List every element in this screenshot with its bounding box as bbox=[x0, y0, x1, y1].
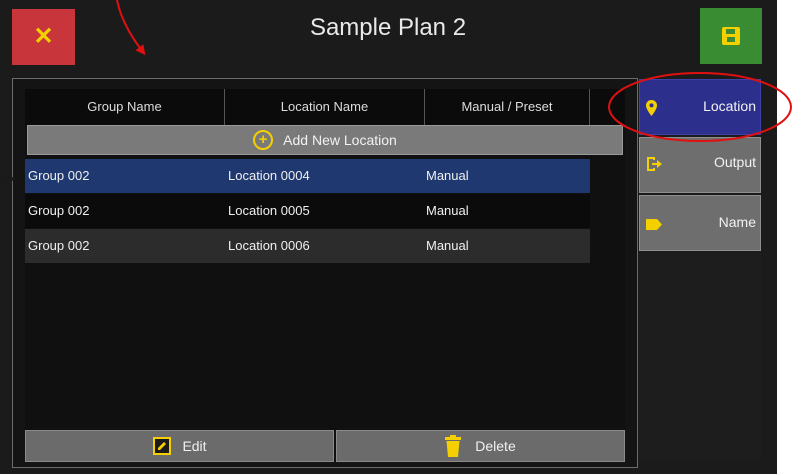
cell-group-name: Group 002 bbox=[28, 238, 90, 253]
column-header-empty bbox=[590, 89, 625, 125]
delete-label: Delete bbox=[475, 438, 516, 454]
edit-icon bbox=[153, 437, 172, 455]
table-row-selected[interactable]: Group 002 Location 0004 Manual bbox=[25, 159, 590, 193]
output-icon bbox=[647, 157, 662, 171]
plus-circle-icon: + bbox=[253, 130, 274, 150]
cell-manual-preset: Manual bbox=[426, 203, 469, 218]
app-screen: ✕ Sample Plan 2 Group Name Location Name… bbox=[0, 0, 777, 474]
column-header-manual-preset[interactable]: Manual / Preset bbox=[425, 89, 590, 125]
add-new-location-button[interactable]: + Add New Location bbox=[27, 125, 623, 155]
locations-table: Group Name Location Name Manual / Preset… bbox=[25, 89, 625, 462]
sidebar-item-location[interactable]: Location bbox=[639, 79, 761, 135]
table-row[interactable]: Group 002 Location 0006 Manual bbox=[25, 229, 590, 263]
cell-manual-preset: Manual bbox=[426, 238, 469, 253]
add-new-location-label: Add New Location bbox=[283, 132, 397, 148]
cell-location-name: Location 0005 bbox=[228, 203, 310, 218]
trash-icon bbox=[445, 435, 462, 457]
edit-button[interactable]: Edit bbox=[25, 430, 334, 462]
sidebar-item-label: Location bbox=[703, 98, 756, 114]
save-icon bbox=[722, 27, 740, 45]
cell-group-name: Group 002 bbox=[28, 168, 90, 183]
sidebar-item-name[interactable]: Name bbox=[639, 195, 761, 251]
save-button[interactable] bbox=[700, 8, 762, 64]
sidebar-item-label: Name bbox=[718, 214, 756, 230]
cell-location-name: Location 0006 bbox=[228, 238, 310, 253]
map-pin-icon bbox=[646, 100, 657, 116]
close-icon: ✕ bbox=[33, 23, 54, 50]
sidebar-item-output[interactable]: Output bbox=[639, 137, 761, 193]
delete-button[interactable]: Delete bbox=[336, 430, 625, 462]
cell-manual-preset: Manual bbox=[426, 168, 469, 183]
cell-group-name: Group 002 bbox=[28, 203, 90, 218]
table-row[interactable]: Group 002 Location 0005 Manual bbox=[25, 194, 590, 228]
column-header-group-name[interactable]: Group Name bbox=[25, 89, 225, 125]
tag-icon bbox=[646, 219, 662, 230]
close-button[interactable]: ✕ bbox=[12, 9, 75, 65]
sidebar-item-label: Output bbox=[713, 154, 756, 170]
page-title: Sample Plan 2 bbox=[309, 14, 467, 41]
sidebar-empty-area bbox=[639, 251, 761, 461]
column-header-location-name[interactable]: Location Name bbox=[225, 89, 425, 125]
cell-location-name: Location 0004 bbox=[228, 168, 310, 183]
edit-label: Edit bbox=[182, 438, 207, 454]
